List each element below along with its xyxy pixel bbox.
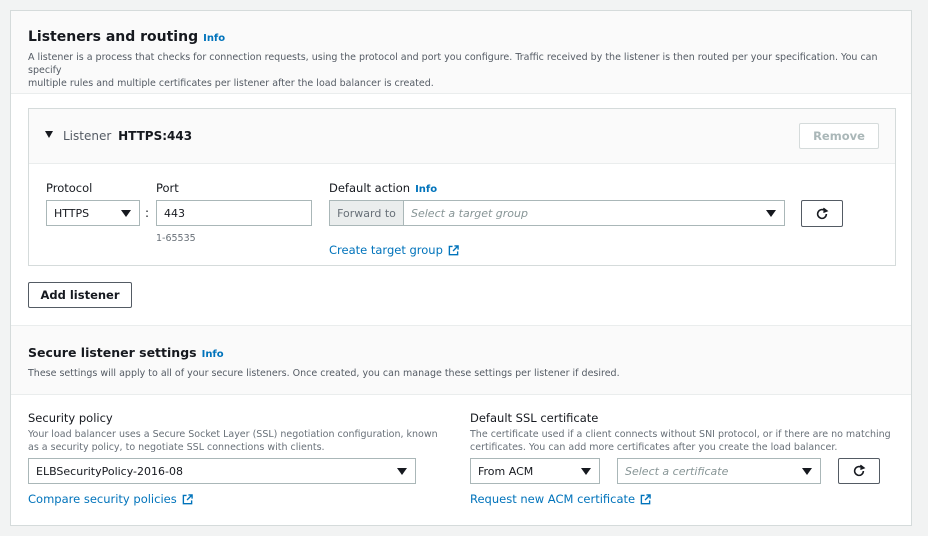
external-link-icon [448,244,459,255]
default-action-label-row: Default action Info [329,181,437,195]
listeners-description-line2: multiple rules and multiple certificates… [28,78,434,89]
listeners-description-line1: A listener is a process that checks for … [28,52,878,76]
ssl-certificate-desc-line1: The certificate used if a client connect… [470,429,891,440]
chevron-down-icon [581,468,591,475]
security-policy-desc-line2: as a security policy, to negotiate SSL c… [28,442,325,453]
default-action-info-link[interactable]: Info [415,184,437,195]
security-policy-description: Your load balancer uses a Secure Socket … [28,428,448,454]
request-acm-certificate-link[interactable]: Request new ACM certificate [470,492,651,506]
protocol-value: HTTPS [54,206,90,220]
port-hint: 1-65535 [156,233,196,244]
chevron-down-icon [766,210,776,217]
certificate-select[interactable]: Select a certificate [617,458,821,484]
listener-heading: Listener HTTPS:443 [63,129,192,143]
refresh-target-groups-button[interactable] [801,200,843,227]
security-policy-select[interactable]: ELBSecurityPolicy-2016-08 [28,458,416,484]
ssl-certificate-description: The certificate used if a client connect… [470,428,900,454]
certificate-source-select[interactable]: From ACM [470,458,600,484]
security-policy-desc-line1: Your load balancer uses a Secure Socket … [28,429,438,440]
ssl-certificate-label: Default SSL certificate [470,411,599,425]
port-input[interactable]: 443 [156,200,312,226]
listeners-title-row: Listeners and routing Info [28,29,225,45]
create-target-group-link[interactable]: Create target group [329,243,459,257]
external-link-icon [640,493,651,504]
security-policy-label: Security policy [28,411,113,425]
certificate-placeholder: Select a certificate [625,464,729,478]
listener-card: Listener HTTPS:443 Remove Protocol HTTPS… [28,108,896,266]
create-target-group-label: Create target group [329,243,443,257]
listeners-header: Listeners and routing Info A listener is… [11,11,911,94]
forward-to-label: Forward to [337,206,396,220]
refresh-icon [853,464,866,477]
listeners-title: Listeners and routing [28,29,199,45]
protocol-label: Protocol [46,181,93,195]
protocol-port-separator: : [145,206,150,220]
protocol-select[interactable]: HTTPS [46,200,140,226]
secure-info-link[interactable]: Info [202,349,224,360]
remove-button[interactable]: Remove [799,123,879,149]
chevron-down-icon [802,468,812,475]
listeners-panel: Listeners and routing Info A listener is… [10,10,912,526]
compare-security-policies-label: Compare security policies [28,492,177,506]
listener-name: HTTPS:443 [118,129,193,143]
forward-to-prefix: Forward to [329,200,403,226]
default-action-label: Default action [329,181,411,195]
security-policy-value: ELBSecurityPolicy-2016-08 [36,464,183,478]
target-group-select[interactable]: Select a target group [403,200,785,226]
target-group-placeholder: Select a target group [411,206,528,220]
secure-settings-header: Secure listener settings Info These sett… [11,325,911,395]
listener-prefix: Listener [63,129,112,143]
secure-title: Secure listener settings [28,345,197,360]
chevron-down-icon [121,210,131,217]
listeners-info-link[interactable]: Info [203,33,225,44]
refresh-certificates-button[interactable] [838,458,880,484]
request-acm-certificate-label: Request new ACM certificate [470,492,636,506]
external-link-icon [182,493,193,504]
chevron-down-icon [397,468,407,475]
port-value: 443 [164,206,185,220]
ssl-certificate-desc-line2: certificates. You can add more certifica… [470,442,838,453]
add-listener-button[interactable]: Add listener [28,282,132,308]
port-label: Port [156,181,179,195]
listener-card-header: Listener HTTPS:443 Remove [29,109,895,164]
listeners-description: A listener is a process that checks for … [28,51,898,90]
compare-security-policies-link[interactable]: Compare security policies [28,492,193,506]
certificate-source-value: From ACM [478,464,534,478]
secure-description: These settings will apply to all of your… [28,368,620,379]
refresh-icon [816,207,829,219]
secure-title-row: Secure listener settings Info [28,345,224,360]
collapse-caret-icon[interactable] [45,131,53,138]
